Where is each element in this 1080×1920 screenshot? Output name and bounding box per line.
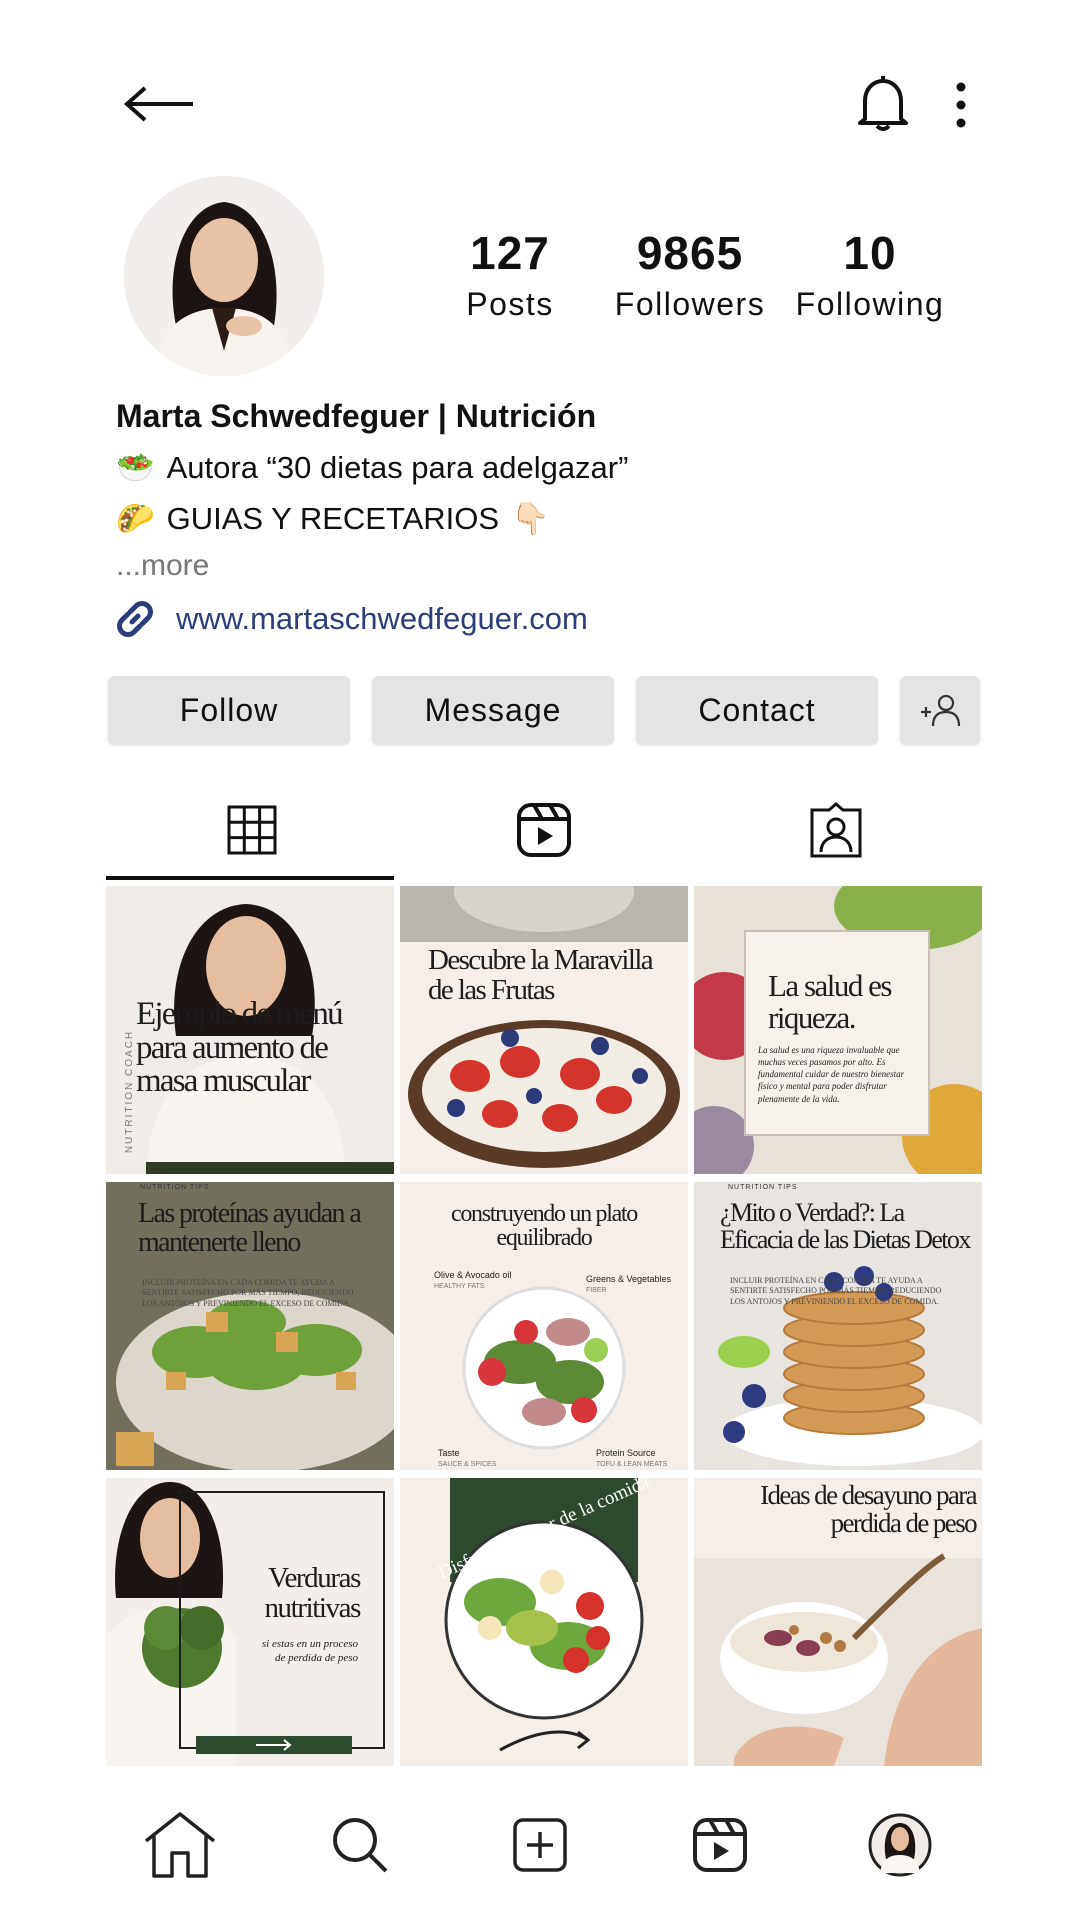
post-thumbnail[interactable]: Disfruta el sabor de la comida — [400, 1478, 688, 1766]
bottom-navigation — [0, 1800, 1080, 1890]
salad-emoji-icon: 🥗 — [116, 450, 155, 485]
following-stat[interactable]: 10 Following — [780, 226, 960, 323]
post-thumbnail[interactable]: construyendo un plato equilibrado Olive … — [400, 1182, 688, 1470]
post-thumbnail[interactable]: NUTRITION TIPS ¿Mito o Verdad?: La Efica… — [694, 1182, 982, 1470]
notifications-button[interactable] — [852, 72, 914, 136]
profile-name: Marta Schwedfeguer | Nutrición — [116, 398, 597, 434]
post-thumbnail[interactable]: Descubre la Maravilla de las Frutas — [400, 886, 688, 1174]
followers-count: 9865 — [636, 227, 744, 279]
nav-create[interactable] — [495, 1800, 585, 1890]
plus-square-icon — [513, 1818, 567, 1872]
post-5-title: construyendo un plato equilibrado — [451, 1201, 638, 1252]
taco-emoji-icon: 🌮 — [116, 501, 155, 536]
nav-reels[interactable] — [675, 1800, 765, 1890]
post-thumbnail[interactable]: Ideas de desayuno para perdida de peso — [694, 1478, 982, 1766]
post-5-label-2: Greens & Vegetables FIBER — [586, 1274, 672, 1294]
nav-home[interactable] — [135, 1800, 225, 1890]
link-icon — [117, 601, 153, 637]
profile-tabs — [106, 780, 982, 880]
reels-icon — [693, 1818, 747, 1872]
back-arrow-icon — [123, 86, 193, 122]
profile-bio: Marta Schwedfeguer | Nutrición 🥗 Autora … — [116, 398, 996, 583]
follow-button[interactable]: Follow — [108, 676, 350, 744]
posts-count: 127 — [470, 227, 550, 279]
tab-posts-grid[interactable] — [106, 780, 398, 880]
message-button[interactable]: Message — [372, 676, 614, 744]
bio-more-link[interactable]: ...more — [116, 549, 996, 583]
post-4-body: INCLUIR PROTEÍNA EN CADA COMIDA TE AYUDA… — [142, 1278, 354, 1308]
post-5-label-3: Taste SAUCE & SPICES — [438, 1448, 497, 1468]
post-6-title: ¿Mito o Verdad?: La Eficacia de las Diet… — [720, 1198, 971, 1254]
post-4-kicker: NUTRITION TIPS — [140, 1184, 210, 1191]
post-1-side-label: NUTRITION COACH — [124, 1029, 136, 1154]
post-2-title: Descubre la Maravilla de las Frutas — [428, 944, 654, 1006]
post-4-title: Las proteínas ayudan a mantenerte lleno — [138, 1198, 362, 1258]
pointing-down-emoji-icon: 👇🏻 — [511, 501, 550, 536]
grid-icon — [227, 805, 277, 855]
bio-line-1: 🥗 Autora “30 dietas para adelgazar” — [116, 449, 996, 486]
posts-label: Posts — [466, 286, 554, 322]
home-icon — [144, 1812, 216, 1878]
post-9-title: Ideas de desayuno para perdida de peso — [760, 1480, 978, 1538]
back-button[interactable] — [118, 76, 200, 132]
avatar-photo — [124, 176, 324, 376]
bio-line-2: 🌮 GUIAS Y RECETARIOS 👇🏻 — [116, 500, 996, 537]
profile-stats: 127 Posts 9865 Followers 10 Following — [420, 226, 960, 323]
post-thumbnail[interactable]: La salud es riqueza. La salud es una riq… — [694, 886, 982, 1174]
website-url: www.martaschwedfeguer.com — [176, 601, 588, 636]
bell-icon — [858, 76, 908, 131]
bio-line-1-text: Autora “30 dietas para adelgazar” — [166, 449, 629, 485]
following-label: Following — [795, 286, 945, 322]
more-options-button[interactable] — [946, 78, 976, 132]
posts-stat[interactable]: 127 Posts — [420, 226, 600, 323]
suggested-users-button[interactable] — [900, 676, 980, 744]
profile-avatar[interactable] — [124, 176, 324, 376]
post-7-body: si estas en un proceso de perdida de pes… — [261, 1638, 358, 1664]
post-6-kicker: NUTRITION TIPS — [728, 1184, 798, 1191]
profile-actions: Follow Message Contact — [108, 676, 980, 744]
active-tab-indicator — [106, 876, 394, 880]
reels-icon — [517, 803, 571, 857]
post-5-label-1: Olive & Avocado oil HEALTHY FATS — [434, 1270, 512, 1290]
nav-profile[interactable] — [855, 1800, 945, 1890]
website-link[interactable]: www.martaschwedfeguer.com — [112, 596, 588, 642]
tab-tagged[interactable] — [690, 780, 982, 880]
tagged-person-icon — [810, 802, 862, 858]
search-icon — [333, 1818, 388, 1873]
tab-reels[interactable] — [398, 780, 690, 880]
followers-stat[interactable]: 9865 Followers — [600, 226, 780, 323]
post-6-body: INCLUIR PROTEÍNA EN CADA COMIDA TE AYUDA… — [730, 1276, 942, 1306]
followers-label: Followers — [614, 286, 766, 322]
post-5-label-4: Protein Source TOFU & LEAN MEATS — [596, 1448, 668, 1468]
post-7-title: Verduras nutritivas — [264, 1562, 361, 1624]
post-3-title: La salud es riqueza. — [768, 968, 892, 1035]
more-vertical-icon — [956, 82, 966, 128]
post-thumbnail[interactable]: Verduras nutritivas si estas en un proce… — [106, 1478, 394, 1766]
bio-line-2-text: GUIAS Y RECETARIOS — [166, 500, 500, 536]
post-3-body: La salud es una riqueza invaluable que m… — [758, 1045, 905, 1104]
posts-grid: Ejemplo de menú para aumento de masa mus… — [106, 886, 986, 1766]
post-1-title: Ejemplo de menú para aumento de masa mus… — [136, 996, 344, 1100]
post-thumbnail[interactable]: Ejemplo de menú para aumento de masa mus… — [106, 886, 394, 1174]
profile-avatar-icon — [868, 1813, 932, 1877]
nav-search[interactable] — [315, 1800, 405, 1890]
post-thumbnail[interactable]: NUTRITION TIPS Las proteínas ayudan a ma… — [106, 1182, 394, 1470]
post-2-photo — [400, 886, 688, 1174]
add-person-icon — [921, 694, 961, 727]
contact-button[interactable]: Contact — [636, 676, 878, 744]
following-count: 10 — [843, 227, 897, 279]
